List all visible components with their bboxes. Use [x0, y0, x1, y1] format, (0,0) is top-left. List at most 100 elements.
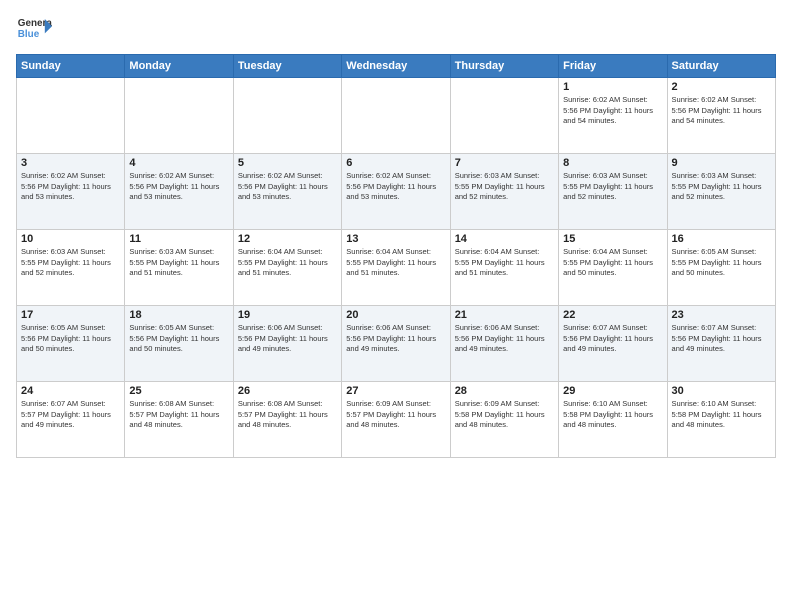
day-number: 25: [129, 385, 228, 397]
day-info: Sunrise: 6:08 AM Sunset: 5:57 PM Dayligh…: [129, 399, 228, 431]
day-info: Sunrise: 6:04 AM Sunset: 5:55 PM Dayligh…: [238, 247, 337, 279]
weekday-header-sunday: Sunday: [17, 55, 125, 78]
day-info: Sunrise: 6:09 AM Sunset: 5:58 PM Dayligh…: [455, 399, 554, 431]
day-number: 28: [455, 385, 554, 397]
svg-text:Blue: Blue: [18, 29, 40, 40]
calendar-cell: 21 Sunrise: 6:06 AM Sunset: 5:56 PM Dayli…: [450, 306, 558, 382]
day-info: Sunrise: 6:03 AM Sunset: 5:55 PM Dayligh…: [455, 171, 554, 203]
weekday-header-row: SundayMondayTuesdayWednesdayThursdayFrid…: [17, 55, 776, 78]
day-info: Sunrise: 6:03 AM Sunset: 5:55 PM Dayligh…: [672, 171, 771, 203]
day-info: Sunrise: 6:06 AM Sunset: 5:56 PM Dayligh…: [346, 323, 445, 355]
day-info: Sunrise: 6:06 AM Sunset: 5:56 PM Dayligh…: [238, 323, 337, 355]
day-info: Sunrise: 6:06 AM Sunset: 5:56 PM Dayligh…: [455, 323, 554, 355]
day-number: 17: [21, 309, 120, 321]
calendar-cell: 14Sunrise: 6:04 AM Sunset: 5:55 PM Dayli…: [450, 230, 558, 306]
calendar-table: SundayMondayTuesdayWednesdayThursdayFrid…: [16, 54, 776, 458]
weekday-header-saturday: Saturday: [667, 55, 775, 78]
calendar-cell: 11 Sunrise: 6:03 AM Sunset: 5:55 PM Dayli…: [125, 230, 233, 306]
calendar-cell: 1Sunrise: 6:02 AM Sunset: 5:56 PM Daylig…: [559, 78, 667, 154]
day-number: 22: [563, 309, 662, 321]
day-info: Sunrise: 6:09 AM Sunset: 5:57 PM Dayligh…: [346, 399, 445, 431]
calendar-cell: 26 Sunrise: 6:08 AM Sunset: 5:57 PM Dayli…: [233, 382, 341, 458]
day-number: 13: [346, 233, 445, 245]
day-number: 9: [672, 157, 771, 169]
calendar-cell: [125, 78, 233, 154]
calendar-cell: 24Sunrise: 6:07 AM Sunset: 5:57 PM Dayli…: [17, 382, 125, 458]
weekday-header-thursday: Thursday: [450, 55, 558, 78]
day-number: 18: [129, 309, 228, 321]
day-number: 7: [455, 157, 554, 169]
calendar-cell: 23 Sunrise: 6:07 AM Sunset: 5:56 PM Dayli…: [667, 306, 775, 382]
day-info: Sunrise: 6:02 AM Sunset: 5:56 PM Dayligh…: [129, 171, 228, 203]
calendar-cell: 27 Sunrise: 6:09 AM Sunset: 5:57 PM Dayli…: [342, 382, 450, 458]
day-number: 16: [672, 233, 771, 245]
day-number: 29: [563, 385, 662, 397]
calendar-cell: 12 Sunrise: 6:04 AM Sunset: 5:55 PM Dayli…: [233, 230, 341, 306]
calendar-cell: 22 Sunrise: 6:07 AM Sunset: 5:56 PM Dayli…: [559, 306, 667, 382]
day-number: 21: [455, 309, 554, 321]
day-number: 27: [346, 385, 445, 397]
day-info: Sunrise: 6:02 AM Sunset: 5:56 PM Dayligh…: [21, 171, 120, 203]
week-row-4: 17 Sunrise: 6:05 AM Sunset: 5:56 PM Dayli…: [17, 306, 776, 382]
calendar-cell: 8 Sunrise: 6:03 AM Sunset: 5:55 PM Daylig…: [559, 154, 667, 230]
calendar-cell: 15Sunrise: 6:04 AM Sunset: 5:55 PM Dayli…: [559, 230, 667, 306]
day-info: Sunrise: 6:04 AM Sunset: 5:55 PM Dayligh…: [563, 247, 662, 279]
day-info: Sunrise: 6:03 AM Sunset: 5:55 PM Dayligh…: [563, 171, 662, 203]
day-info: Sunrise: 6:03 AM Sunset: 5:55 PM Dayligh…: [21, 247, 120, 279]
day-info: Sunrise: 6:05 AM Sunset: 5:56 PM Dayligh…: [129, 323, 228, 355]
day-number: 12: [238, 233, 337, 245]
day-info: Sunrise: 6:07 AM Sunset: 5:56 PM Dayligh…: [563, 323, 662, 355]
day-number: 4: [129, 157, 228, 169]
day-info: Sunrise: 6:10 AM Sunset: 5:58 PM Dayligh…: [672, 399, 771, 431]
day-info: Sunrise: 6:07 AM Sunset: 5:56 PM Dayligh…: [672, 323, 771, 355]
day-info: Sunrise: 6:02 AM Sunset: 5:56 PM Dayligh…: [672, 95, 771, 127]
calendar-cell: 29 Sunrise: 6:10 AM Sunset: 5:58 PM Dayli…: [559, 382, 667, 458]
day-number: 30: [672, 385, 771, 397]
calendar-cell: 9 Sunrise: 6:03 AM Sunset: 5:55 PM Daylig…: [667, 154, 775, 230]
day-info: Sunrise: 6:03 AM Sunset: 5:55 PM Dayligh…: [129, 247, 228, 279]
day-info: Sunrise: 6:08 AM Sunset: 5:57 PM Dayligh…: [238, 399, 337, 431]
day-number: 6: [346, 157, 445, 169]
day-number: 19: [238, 309, 337, 321]
calendar-cell: [450, 78, 558, 154]
calendar-cell: 16Sunrise: 6:05 AM Sunset: 5:55 PM Dayli…: [667, 230, 775, 306]
day-info: Sunrise: 6:02 AM Sunset: 5:56 PM Dayligh…: [346, 171, 445, 203]
calendar-cell: 2 Sunrise: 6:02 AM Sunset: 5:56 PM Daylig…: [667, 78, 775, 154]
calendar-cell: 30 Sunrise: 6:10 AM Sunset: 5:58 PM Dayli…: [667, 382, 775, 458]
day-number: 20: [346, 309, 445, 321]
day-info: Sunrise: 6:07 AM Sunset: 5:57 PM Dayligh…: [21, 399, 120, 431]
day-number: 10: [21, 233, 120, 245]
logo-icon: General Blue: [16, 10, 52, 46]
day-info: Sunrise: 6:10 AM Sunset: 5:58 PM Dayligh…: [563, 399, 662, 431]
weekday-header-wednesday: Wednesday: [342, 55, 450, 78]
calendar-cell: 20 Sunrise: 6:06 AM Sunset: 5:56 PM Dayli…: [342, 306, 450, 382]
weekday-header-tuesday: Tuesday: [233, 55, 341, 78]
day-number: 26: [238, 385, 337, 397]
day-number: 5: [238, 157, 337, 169]
calendar-cell: [17, 78, 125, 154]
day-info: Sunrise: 6:02 AM Sunset: 5:56 PM Dayligh…: [563, 95, 662, 127]
calendar-cell: 18 Sunrise: 6:05 AM Sunset: 5:56 PM Dayli…: [125, 306, 233, 382]
day-number: 23: [672, 309, 771, 321]
calendar-cell: 25 Sunrise: 6:08 AM Sunset: 5:57 PM Dayli…: [125, 382, 233, 458]
day-info: Sunrise: 6:04 AM Sunset: 5:55 PM Dayligh…: [455, 247, 554, 279]
calendar-cell: 28 Sunrise: 6:09 AM Sunset: 5:58 PM Dayli…: [450, 382, 558, 458]
calendar-cell: 6 Sunrise: 6:02 AM Sunset: 5:56 PM Daylig…: [342, 154, 450, 230]
calendar-cell: 17 Sunrise: 6:05 AM Sunset: 5:56 PM Dayli…: [17, 306, 125, 382]
week-row-1: 1Sunrise: 6:02 AM Sunset: 5:56 PM Daylig…: [17, 78, 776, 154]
week-row-3: 10 Sunrise: 6:03 AM Sunset: 5:55 PM Dayli…: [17, 230, 776, 306]
day-number: 2: [672, 81, 771, 93]
page: General Blue SundayMondayTuesdayWednesda…: [0, 0, 792, 612]
day-info: Sunrise: 6:04 AM Sunset: 5:55 PM Dayligh…: [346, 247, 445, 279]
day-number: 11: [129, 233, 228, 245]
day-info: Sunrise: 6:02 AM Sunset: 5:56 PM Dayligh…: [238, 171, 337, 203]
day-number: 8: [563, 157, 662, 169]
header: General Blue: [16, 10, 776, 46]
week-row-2: 3 Sunrise: 6:02 AM Sunset: 5:56 PM Daylig…: [17, 154, 776, 230]
calendar-cell: 4 Sunrise: 6:02 AM Sunset: 5:56 PM Daylig…: [125, 154, 233, 230]
weekday-header-friday: Friday: [559, 55, 667, 78]
calendar-cell: [342, 78, 450, 154]
calendar-cell: 10 Sunrise: 6:03 AM Sunset: 5:55 PM Dayli…: [17, 230, 125, 306]
day-number: 3: [21, 157, 120, 169]
day-info: Sunrise: 6:05 AM Sunset: 5:56 PM Dayligh…: [21, 323, 120, 355]
